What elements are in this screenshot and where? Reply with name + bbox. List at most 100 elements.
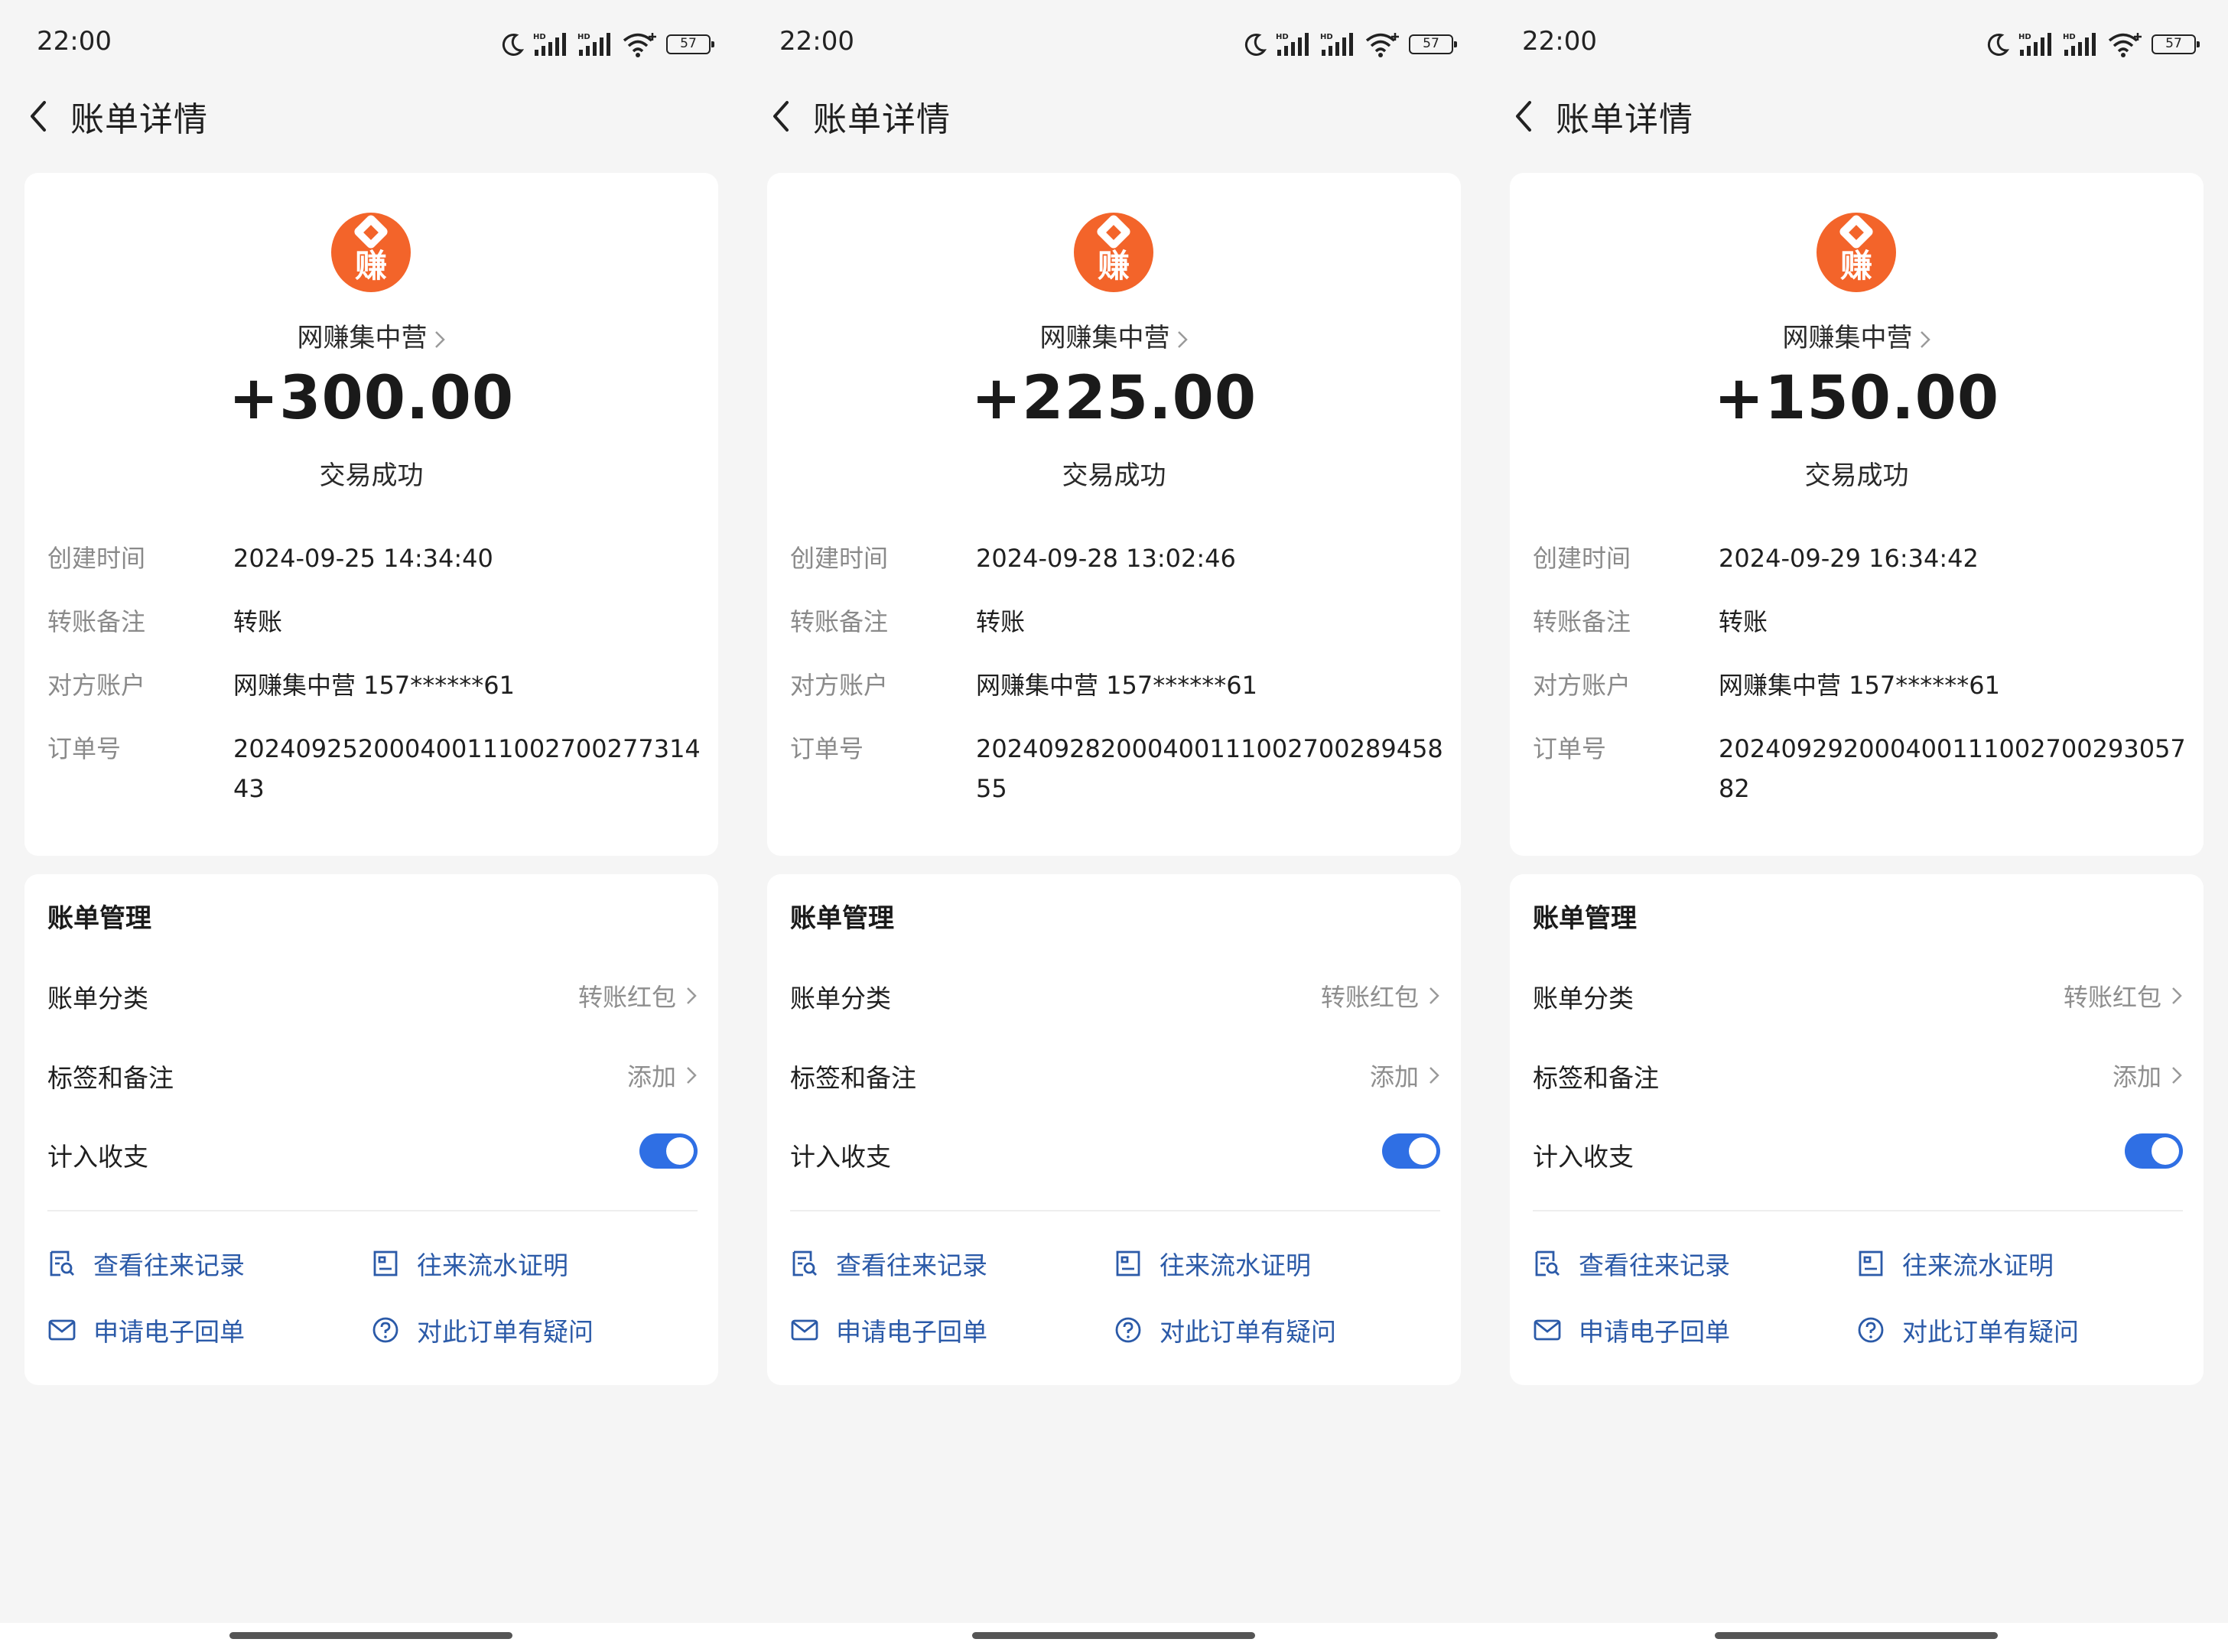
record-search-icon: [1535, 1250, 1560, 1276]
counterparty-value: 网赚集中营 157******61: [976, 671, 1257, 700]
order-no-value[interactable]: 202409282000400111002700289458 55: [976, 729, 1450, 808]
battery-level: 57: [680, 36, 697, 51]
chevron-right-icon: [1429, 987, 1439, 1004]
merchant-link[interactable]: 网赚集中营: [1510, 317, 2204, 354]
wifi-icon: [2108, 33, 2142, 57]
order-no-value[interactable]: 20240925200040011100270027731443: [233, 729, 707, 808]
include-row: 计入收支: [790, 1130, 1440, 1176]
hd-signal-icon: HD: [2018, 33, 2051, 56]
view-records-label: 查看往来记录: [1579, 1250, 1730, 1280]
chevron-right-icon: [2172, 1067, 2182, 1084]
amount: +150.00: [1713, 364, 2000, 433]
include-row: 计入收支: [47, 1130, 698, 1176]
toggle-knob: [666, 1137, 694, 1165]
page-title: 账单详情: [813, 100, 951, 139]
wifi-icon: [1365, 33, 1399, 57]
moon-icon: [1244, 34, 1267, 56]
bill-detail-screen: 22:00 HD HD: [743, 0, 1485, 1652]
chevron-left-icon[interactable]: [766, 98, 799, 135]
question-button[interactable]: 对此订单有疑问: [371, 1307, 594, 1353]
svg-text:HD: HD: [2063, 33, 2076, 41]
status-time: 22:00: [37, 26, 112, 57]
category-value: 转账红包: [1320, 983, 1419, 1012]
merchant-logo[interactable]: 赚: [331, 213, 411, 292]
flow-proof-button[interactable]: 往来流水证明: [371, 1241, 568, 1286]
chevron-right-icon: [687, 987, 697, 1004]
category-row[interactable]: 账单分类 转账红包: [1533, 972, 2183, 1018]
include-toggle[interactable]: [1382, 1133, 1440, 1169]
remark-value: 转账: [233, 607, 283, 636]
amount: +225.00: [971, 364, 1257, 433]
order-no-label: 订单号: [790, 734, 864, 763]
hd-signal-icon: HD: [2063, 33, 2096, 56]
wifi-icon: [623, 33, 656, 57]
chevron-left-icon[interactable]: [23, 98, 57, 135]
chevron-right-icon: [2172, 987, 2182, 1004]
status-icons: HD HD 57: [1986, 29, 2200, 60]
home-indicator[interactable]: [1715, 1632, 1998, 1639]
created-time-label: 创建时间: [1533, 544, 1631, 573]
toggle-knob: [1409, 1137, 1436, 1165]
home-indicator[interactable]: [972, 1632, 1255, 1639]
tags-row[interactable]: 标签和备注 添加: [1533, 1052, 2183, 1098]
status-icons: HD HD 57: [501, 29, 714, 60]
include-row: 计入收支: [1533, 1130, 2183, 1176]
tags-row[interactable]: 标签和备注 添加: [47, 1052, 698, 1098]
view-records-label: 查看往来记录: [93, 1250, 245, 1280]
category-row[interactable]: 账单分类 转账红包: [790, 972, 1440, 1018]
counterparty-value: 网赚集中营 157******61: [233, 671, 515, 700]
tags-row[interactable]: 标签和备注 添加: [790, 1052, 1440, 1098]
tags-value: 添加: [626, 1062, 676, 1091]
flow-proof-button[interactable]: 往来流水证明: [1114, 1241, 1311, 1286]
bill-detail-screen: 22:00 HD HD: [1485, 0, 2228, 1652]
created-time-value: 2024-09-29 16:34:42: [1719, 544, 1979, 573]
divider: [47, 1210, 698, 1211]
order-no-label: 订单号: [1533, 734, 1607, 763]
category-row[interactable]: 账单分类 转账红包: [47, 972, 698, 1018]
merchant-name: 网赚集中营: [1039, 323, 1170, 353]
view-records-button[interactable]: 查看往来记录: [47, 1241, 245, 1286]
merchant-logo[interactable]: 赚: [1817, 213, 1896, 292]
status-bar: 22:00 HD HD 57: [0, 0, 743, 86]
view-records-button[interactable]: 查看往来记录: [790, 1241, 987, 1286]
question-button[interactable]: 对此订单有疑问: [1856, 1307, 2079, 1353]
view-records-button[interactable]: 查看往来记录: [1533, 1241, 1730, 1286]
question-button[interactable]: 对此订单有疑问: [1114, 1307, 1336, 1353]
home-indicator[interactable]: [229, 1632, 512, 1639]
hd-signal-icon: HD: [1276, 33, 1309, 56]
chevron-right-icon: [687, 1067, 697, 1084]
hd-signal-icon: HD: [533, 33, 566, 56]
nav-bar: 账单详情: [1485, 86, 2228, 144]
include-toggle[interactable]: [639, 1133, 698, 1169]
chevron-right-icon: [1177, 330, 1188, 348]
amount: +300.00: [228, 364, 515, 433]
hd-signal-icon: HD: [577, 33, 610, 56]
moon-icon: [502, 34, 524, 56]
remark-label: 转账备注: [1533, 607, 1631, 636]
remark-value: 转账: [976, 607, 1026, 636]
nav-bar: 账单详情: [743, 86, 1485, 144]
bill-manage-card: 账单管理 账单分类 转账红包 标签和备注 添加 计入收支 查看往来记录 往来流水…: [1510, 874, 2204, 1385]
order-no-value[interactable]: 20240929200040011100270029305782: [1719, 729, 2193, 808]
divider: [790, 1210, 1440, 1211]
status-time: 22:00: [1522, 26, 1597, 57]
transaction-status: 交易成功: [1062, 460, 1166, 491]
e-receipt-button[interactable]: 申请电子回单: [47, 1307, 245, 1353]
record-search-icon: [792, 1250, 817, 1276]
tags-label: 标签和备注: [790, 1063, 916, 1093]
bill-detail-screen: 22:00 HD HD: [0, 0, 743, 1652]
counterparty-value: 网赚集中营 157******61: [1719, 671, 2000, 700]
svg-text:HD: HD: [1276, 33, 1289, 41]
mail-icon: [1534, 1319, 1561, 1341]
flow-proof-button[interactable]: 往来流水证明: [1856, 1241, 2054, 1286]
manage-title: 账单管理: [47, 903, 151, 934]
include-toggle[interactable]: [2125, 1133, 2183, 1169]
merchant-logo[interactable]: 赚: [1074, 213, 1153, 292]
chevron-left-icon[interactable]: [1508, 98, 1542, 135]
bill-detail-card: 赚 网赚集中营 +225.00 交易成功 创建时间 2024-09-28 13:…: [767, 173, 1461, 856]
merchant-link[interactable]: 网赚集中营: [24, 317, 718, 354]
e-receipt-button[interactable]: 申请电子回单: [790, 1307, 987, 1353]
record-search-icon: [50, 1250, 74, 1276]
e-receipt-button[interactable]: 申请电子回单: [1533, 1307, 1730, 1353]
merchant-link[interactable]: 网赚集中营: [767, 317, 1461, 354]
